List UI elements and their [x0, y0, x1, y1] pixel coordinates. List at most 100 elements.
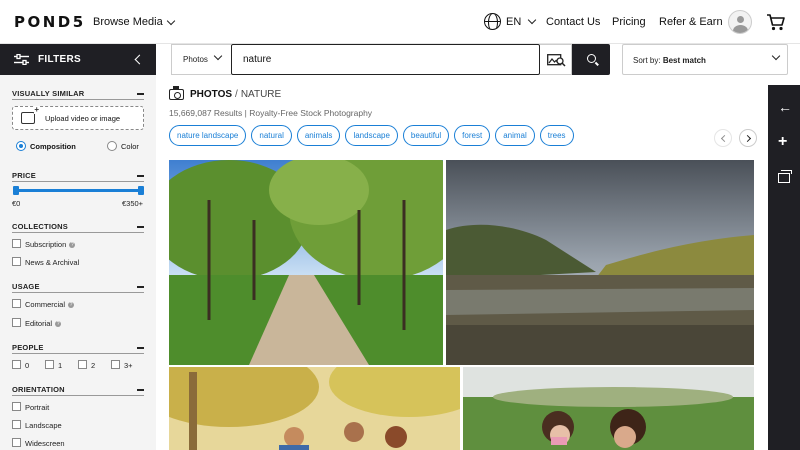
tags-next-button[interactable]	[739, 129, 757, 147]
filters-title: FILTERS	[38, 54, 82, 65]
chevron-right-icon	[743, 134, 752, 143]
breadcrumb-category[interactable]: PHOTOS	[190, 89, 232, 100]
people-0-checkbox[interactable]	[12, 360, 21, 369]
composition-label: Composition	[30, 142, 76, 151]
breadcrumb-term: NATURE	[240, 89, 282, 100]
composition-radio[interactable]	[16, 141, 26, 151]
image-search-icon	[547, 54, 566, 67]
portrait-label: Portrait	[25, 403, 50, 412]
chevron-left-icon[interactable]	[134, 54, 145, 65]
image-search-button[interactable]	[540, 44, 572, 75]
tag-chip[interactable]: animals	[296, 125, 341, 146]
filters-toggle[interactable]: FILTERS	[0, 44, 156, 75]
visually-similar-title: VISUALLY SIMILAR	[12, 89, 85, 98]
photo-children-masks[interactable]	[463, 367, 754, 450]
people-0-label: 0	[25, 361, 30, 370]
tag-chip[interactable]: natural	[251, 125, 292, 146]
search-icon	[587, 54, 596, 63]
tags-prev-button[interactable]	[714, 129, 732, 147]
people-title: PEOPLE	[12, 343, 44, 352]
people-1-label: 1	[58, 361, 63, 370]
orientation-title: ORIENTATION	[12, 385, 65, 394]
media-type-label: Photos	[183, 55, 208, 64]
price-max-label: €350+	[122, 199, 144, 208]
price-title: PRICE	[12, 171, 36, 180]
refer-earn-link[interactable]: Refer & Earn	[659, 16, 723, 28]
collapse-visually-similar[interactable]	[137, 93, 144, 95]
contact-us-link[interactable]: Contact Us	[546, 16, 600, 28]
cart-icon[interactable]	[766, 13, 786, 31]
people-1-checkbox[interactable]	[45, 360, 54, 369]
people-3plus-checkbox[interactable]	[111, 360, 120, 369]
price-slider-track[interactable]	[15, 189, 141, 192]
collections-title: COLLECTIONS	[12, 222, 68, 231]
section-divider	[12, 181, 144, 182]
section-divider	[12, 99, 144, 100]
tag-chip[interactable]: nature landscape	[169, 125, 247, 146]
tag-chip[interactable]: animal	[495, 125, 535, 146]
section-divider	[12, 232, 144, 233]
language-selector[interactable]: EN	[484, 13, 537, 30]
widescreen-checkbox[interactable]	[12, 438, 21, 447]
upload-image-dropzone[interactable]: Upload video or image	[12, 106, 144, 130]
color-label: Color	[121, 142, 139, 151]
collections-rail: ← +	[768, 85, 800, 450]
plus-icon[interactable]: +	[778, 133, 787, 151]
collection-icon[interactable]	[778, 170, 792, 183]
globe-icon	[484, 13, 501, 30]
related-tags: nature landscape natural animals landsca…	[169, 125, 574, 146]
chevron-down-icon	[528, 15, 537, 25]
photo-family-picnic[interactable]	[169, 367, 460, 450]
price-max-handle[interactable]	[138, 186, 144, 195]
price-min-handle[interactable]	[13, 186, 19, 195]
section-divider	[12, 395, 144, 396]
portrait-checkbox[interactable]	[12, 402, 21, 411]
people-3plus-label: 3+	[124, 361, 133, 370]
collapse-collections[interactable]	[137, 226, 144, 228]
media-type-select[interactable]: Photos	[171, 44, 231, 75]
photo-tree-lined-path[interactable]	[169, 160, 443, 365]
filter-sliders-icon	[14, 54, 29, 65]
tag-chip[interactable]: trees	[539, 125, 574, 146]
editorial-checkbox[interactable]	[12, 318, 21, 327]
chevron-left-icon	[720, 134, 729, 143]
results-summary: 15,669,087 Results | Royalty-Free Stock …	[169, 108, 372, 118]
photo-image	[169, 160, 443, 365]
subscription-checkbox[interactable]	[12, 239, 21, 248]
search-input[interactable]	[231, 44, 540, 75]
pond5-logo[interactable]: POND5	[14, 13, 86, 31]
arrow-left-icon[interactable]: ←	[778, 99, 792, 115]
news-archival-label: News & Archival	[25, 258, 80, 267]
photo-mountain-valley[interactable]	[446, 160, 754, 365]
news-archival-checkbox[interactable]	[12, 257, 21, 266]
section-divider	[12, 292, 144, 293]
people-2-label: 2	[91, 361, 96, 370]
people-2-checkbox[interactable]	[78, 360, 87, 369]
collapse-orientation[interactable]	[137, 389, 144, 391]
search-button[interactable]	[572, 44, 610, 75]
editorial-label: Editorial?	[25, 319, 62, 328]
browse-media-menu[interactable]: Browse Media	[93, 16, 175, 28]
color-radio[interactable]	[107, 141, 117, 151]
commercial-checkbox[interactable]	[12, 299, 21, 308]
tag-chip[interactable]: beautiful	[402, 125, 450, 146]
collapse-people[interactable]	[137, 347, 144, 349]
top-header: POND5 Browse Media EN Contact Us Pricing…	[0, 0, 800, 44]
widescreen-label: Widescreen	[25, 439, 65, 448]
info-icon[interactable]: ?	[69, 242, 76, 248]
upload-label: Upload video or image	[45, 114, 121, 123]
collapse-usage[interactable]	[137, 286, 144, 288]
collapse-price[interactable]	[137, 175, 144, 177]
info-icon[interactable]: ?	[68, 302, 75, 308]
commercial-label: Commercial?	[25, 300, 75, 309]
chevron-down-icon	[213, 51, 223, 61]
pricing-link[interactable]: Pricing	[612, 16, 646, 28]
tag-chip[interactable]: forest	[454, 125, 491, 146]
tag-chip[interactable]: landscape	[345, 125, 398, 146]
photo-image	[446, 160, 754, 365]
sort-select[interactable]: Sort by: Best match	[622, 44, 788, 75]
info-icon[interactable]: ?	[55, 321, 62, 327]
user-icon[interactable]	[728, 10, 752, 34]
results-separator: |	[244, 108, 247, 118]
landscape-checkbox[interactable]	[12, 420, 21, 429]
